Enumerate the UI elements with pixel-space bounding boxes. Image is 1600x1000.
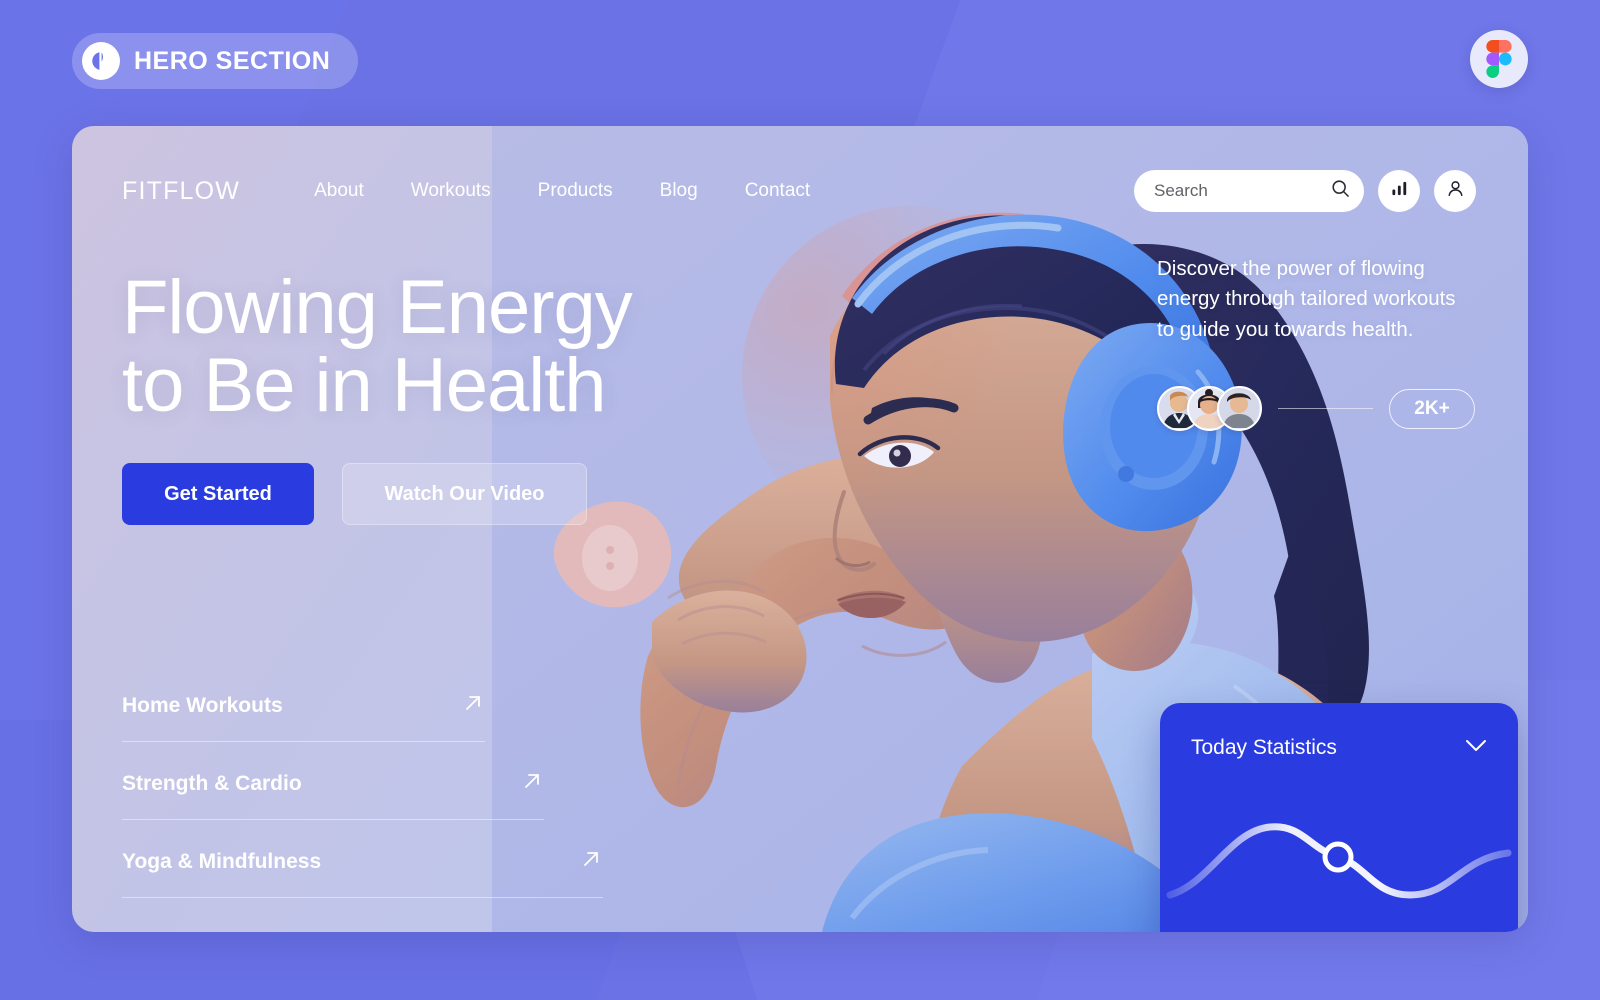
- user-icon: [1446, 179, 1465, 203]
- stats-values-row: 1,75 KCALORIES 14+ EXERCISE 210 MINUTES: [1160, 929, 1518, 932]
- arrow-up-right-icon: [461, 691, 485, 720]
- search-icon[interactable]: [1331, 179, 1350, 203]
- link-label: Yoga & Mindfulness: [122, 849, 322, 873]
- hero-section-badge-label: HERO SECTION: [134, 46, 331, 75]
- nav-links: About Workouts Products Blog Contact: [314, 180, 810, 202]
- link-row-strength-cardio[interactable]: Strength & Cardio: [122, 769, 544, 820]
- nav-actions: [1134, 170, 1476, 212]
- watch-video-button[interactable]: Watch Our Video: [342, 463, 587, 525]
- bar-chart-icon: [1391, 180, 1408, 202]
- link-row-yoga-mindfulness[interactable]: Yoga & Mindfulness: [122, 847, 603, 898]
- analytics-button[interactable]: [1378, 170, 1420, 212]
- get-started-button[interactable]: Get Started: [122, 463, 314, 525]
- chevron-down-icon[interactable]: [1465, 739, 1487, 758]
- cta-buttons: Get Started Watch Our Video: [122, 463, 587, 525]
- brand-logo[interactable]: FITFLOW: [122, 177, 240, 206]
- social-proof: 2K+: [1157, 386, 1475, 431]
- stat-value: 210: [1397, 929, 1487, 932]
- category-link-list: Home Workouts Strength & Cardio Yoga & M…: [122, 691, 682, 925]
- link-row-home-workouts[interactable]: Home Workouts: [122, 691, 485, 742]
- nav-link-products[interactable]: Products: [538, 180, 613, 202]
- nav-link-contact[interactable]: Contact: [745, 180, 810, 202]
- page-title: Flowing Energy to Be in Health: [122, 265, 633, 429]
- figma-logo-icon[interactable]: [1470, 30, 1528, 88]
- nav-link-workouts[interactable]: Workouts: [411, 180, 491, 202]
- nav-link-about[interactable]: About: [314, 180, 364, 202]
- member-count-badge: 2K+: [1389, 388, 1475, 429]
- search-box[interactable]: [1134, 170, 1364, 212]
- stat-exercise: 14+ EXERCISE: [1300, 929, 1397, 932]
- nav-link-blog[interactable]: Blog: [660, 180, 698, 202]
- link-label: Strength & Cardio: [122, 771, 302, 795]
- stats-card-header: Today Statistics: [1160, 703, 1518, 760]
- hero-card: FITFLOW About Workouts Products Blog Con…: [72, 126, 1528, 932]
- social-divider: [1278, 408, 1373, 409]
- today-statistics-card: Today Statistics: [1160, 703, 1518, 932]
- statistics-line-chart: [1160, 791, 1518, 921]
- account-button[interactable]: [1434, 170, 1476, 212]
- search-input[interactable]: [1154, 181, 1331, 201]
- stat-minutes: 210 MINUTES: [1397, 929, 1487, 932]
- navbar: FITFLOW About Workouts Products Blog Con…: [122, 168, 1476, 214]
- avatar[interactable]: [1217, 386, 1262, 431]
- avatar-group: [1157, 386, 1262, 431]
- stats-card-title: Today Statistics: [1191, 736, 1337, 759]
- fitflow-mark-icon: [82, 42, 120, 80]
- arrow-up-right-icon: [579, 847, 603, 876]
- hero-description: Discover the power of flowing energy thr…: [1157, 257, 1456, 341]
- stat-value: 14+: [1300, 929, 1397, 932]
- stat-kcalories: 1,75 KCALORIES: [1191, 929, 1300, 932]
- arrow-up-right-icon: [520, 769, 544, 798]
- hero-section-badge: HERO SECTION: [72, 33, 359, 89]
- link-label: Home Workouts: [122, 693, 283, 717]
- stat-value: 1,75: [1191, 929, 1300, 932]
